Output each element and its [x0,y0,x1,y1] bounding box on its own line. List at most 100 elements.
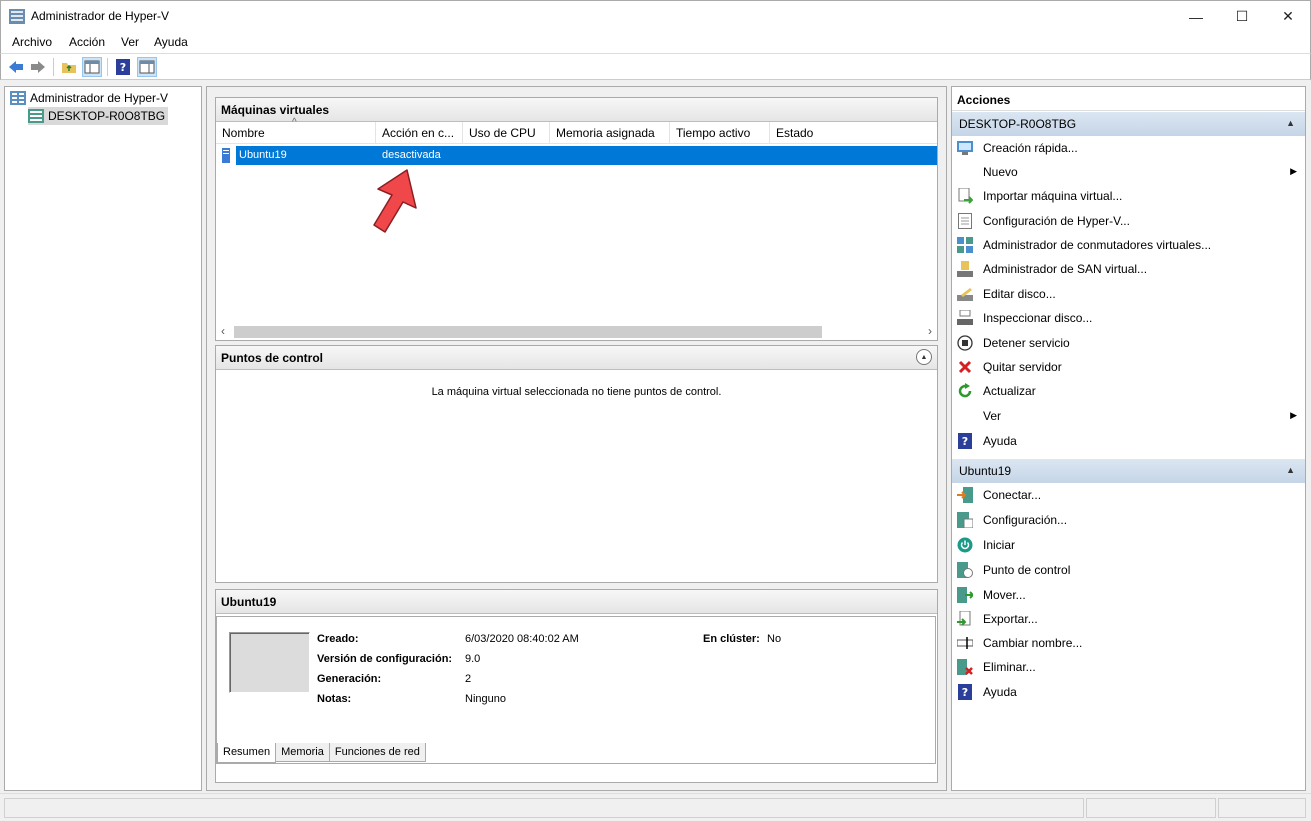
collapse-caret-icon[interactable]: ▲ [1286,118,1295,128]
action-ver[interactable]: Ver ▶ [952,405,1305,427]
vms-grid-header: ^ Nombre Acción en c... Uso de CPU Memor… [216,117,939,144]
help-icon: ? [957,684,973,700]
up-folder-icon[interactable] [59,57,79,77]
value-notas: Ninguno [465,693,506,705]
menu-accion[interactable]: Acción [69,35,105,49]
col-accion[interactable]: Acción en c... [376,122,463,144]
scroll-left-icon[interactable]: ‹ [221,324,225,338]
vms-horizontal-scrollbar[interactable]: ‹ › [216,323,937,340]
action-conmutadores[interactable]: Administrador de conmutadores virtuales.… [952,234,1305,256]
rename-icon [957,635,973,651]
center-pane: Máquinas virtuales ^ Nombre Acción en c.… [206,86,947,791]
action-conectar[interactable]: Conectar... [952,484,1305,506]
action-editar-disco[interactable]: Editar disco... [952,283,1305,305]
maximize-button[interactable]: ☐ [1219,1,1265,32]
action-detener-servicio[interactable]: Detener servicio [952,332,1305,354]
hyperv-manager-icon [10,90,26,106]
action-actualizar[interactable]: Actualizar [952,380,1305,402]
menu-ayuda[interactable]: Ayuda [154,35,188,49]
action-nuevo[interactable]: Nuevo ▶ [952,161,1305,183]
title-bar: Administrador de Hyper-V — ☐ ✕ [0,0,1311,31]
label-creado: Creado: [317,633,359,645]
show-action-pane-icon[interactable] [137,57,157,77]
hyperv-app-icon [9,9,25,24]
checkpoints-title: Puntos de control [221,351,323,365]
toolbar: ? [0,53,1311,80]
action-exportar[interactable]: Exportar... [952,608,1305,630]
menu-ver[interactable]: Ver [121,35,139,49]
scroll-right-icon[interactable]: › [928,324,932,338]
quick-create-icon [957,140,973,156]
action-ayuda-server[interactable]: ? Ayuda [952,430,1305,452]
checkpoints-section: Puntos de control ▲ La máquina virtual s… [215,345,938,583]
col-nombre[interactable]: Nombre [216,122,376,144]
vm-row-ubuntu19[interactable]: Ubuntu19 desactivada [236,146,937,165]
action-iniciar[interactable]: Iniciar [952,534,1305,556]
minimize-button[interactable]: — [1173,1,1219,32]
tree-root-label: Administrador de Hyper-V [30,91,169,105]
tree-root-item[interactable]: Administrador de Hyper-V [10,89,168,107]
remove-x-icon [957,359,973,375]
action-creacion-rapida[interactable]: Creación rápida... [952,137,1305,159]
action-configuracion-hyperv[interactable]: Configuración de Hyper-V... [952,210,1305,232]
col-tiempo[interactable]: Tiempo activo [670,122,770,144]
value-version: 9.0 [465,653,481,665]
power-icon [957,537,973,553]
forward-arrow-icon[interactable] [28,57,48,77]
move-icon [957,587,973,603]
settings-page-icon [957,213,973,229]
details-tabs: Resumen Memoria Funciones de red [217,743,426,763]
switch-manager-icon [957,237,973,253]
action-eliminar[interactable]: Eliminar... [952,656,1305,678]
tab-memoria[interactable]: Memoria [275,743,330,762]
details-summary-box: Creado: 6/03/2020 08:40:02 AM Versión de… [216,616,936,764]
col-estado[interactable]: Estado [770,122,939,144]
collapse-up-icon[interactable]: ▲ [916,349,932,365]
action-quitar-servidor[interactable]: Quitar servidor [952,356,1305,378]
action-punto-de-control[interactable]: Punto de control [952,559,1305,581]
action-cambiar-nombre[interactable]: Cambiar nombre... [952,632,1305,654]
import-icon [957,188,973,204]
tree-server-item[interactable]: DESKTOP-R0O8TBG [28,107,169,125]
status-cell-main [4,798,1084,818]
action-mover[interactable]: Mover... [952,584,1305,606]
submenu-arrow-icon: ▶ [1290,166,1297,176]
vm-thumbnail[interactable] [229,632,310,693]
actions-title: Acciones [952,87,1305,111]
show-tree-icon[interactable] [82,57,102,77]
action-san-virtual[interactable]: Administrador de SAN virtual... [952,258,1305,280]
export-icon [957,611,973,627]
tab-funciones-de-red[interactable]: Funciones de red [328,743,426,762]
help-toolbar-icon[interactable]: ? [113,57,133,77]
tab-resumen[interactable]: Resumen [217,743,277,763]
server-icon [28,108,44,124]
collapse-caret-icon[interactable]: ▲ [1286,465,1295,475]
group-server-title: DESKTOP-R0O8TBG [959,117,1077,131]
action-ayuda-vm[interactable]: ? Ayuda [952,681,1305,703]
action-importar[interactable]: Importar máquina virtual... [952,185,1305,207]
inspect-disk-icon [957,310,973,326]
vm-row-name: Ubuntu19 [239,149,287,161]
vms-section: Máquinas virtuales ^ Nombre Acción en c.… [215,97,938,341]
status-cell-3 [1218,798,1306,818]
action-configuracion-vm[interactable]: Configuración... [952,509,1305,531]
group-server-header[interactable]: DESKTOP-R0O8TBG ▲ [952,112,1305,136]
label-generacion: Generación: [317,673,382,685]
checkpoint-icon [957,562,973,578]
menu-bar: Archivo Acción Ver Ayuda [0,31,1311,53]
actions-pane: Acciones DESKTOP-R0O8TBG ▲ Creación rápi… [951,86,1306,791]
menu-archivo[interactable]: Archivo [12,35,52,49]
group-vm-header[interactable]: Ubuntu19 ▲ [952,459,1305,483]
close-button[interactable]: ✕ [1265,1,1311,32]
back-arrow-icon[interactable] [6,57,26,77]
vms-section-title: Máquinas virtuales [216,98,937,122]
submenu-arrow-icon: ▶ [1290,410,1297,420]
col-memoria[interactable]: Memoria asignada [550,122,670,144]
action-inspeccionar-disco[interactable]: Inspeccionar disco... [952,307,1305,329]
stop-icon [957,335,973,351]
san-manager-icon [957,261,973,277]
scroll-thumb[interactable] [234,326,822,338]
red-arrow-annotation [362,168,422,240]
col-cpu[interactable]: Uso de CPU [463,122,550,144]
vm-settings-icon [957,512,973,528]
